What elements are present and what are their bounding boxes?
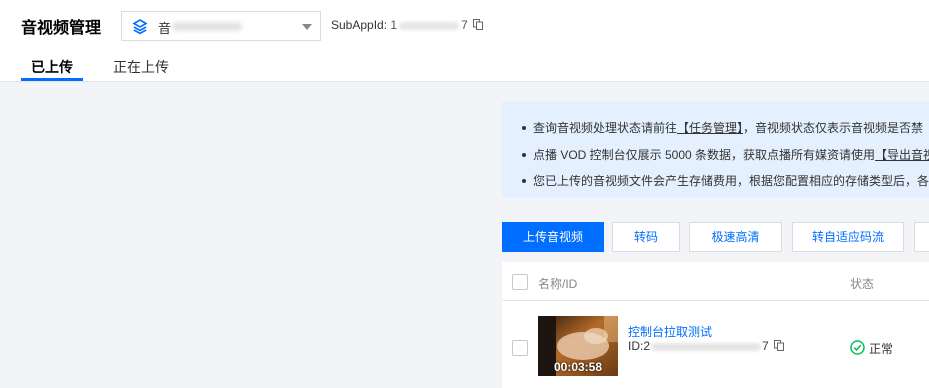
speed-hd-button[interactable]: 极速高清 [689,222,782,252]
table-header: 名称/ID 状态 [502,262,929,301]
video-id-mask [651,342,762,351]
tab-uploaded[interactable]: 已上传 [31,57,73,77]
transcode-button[interactable]: 转码 [612,222,680,252]
chevron-down-icon [302,24,312,30]
bullet-icon [522,125,526,130]
copy-icon[interactable] [774,339,785,354]
table-row: 00:03:58 控制台拉取测试 ID:2 7 正常 [502,302,929,388]
subapp-id: SubAppId: 1 7 [331,18,484,33]
video-duration: 00:03:58 [553,360,603,374]
task-management-link[interactable]: 【任务管理】 [677,121,743,135]
top-header: 音视频管理 音 SubAppId: 1 7 已上传 正在上传 [0,0,929,82]
app-select-dropdown[interactable]: 音 [121,11,321,41]
notice-text: 您已上传的音视频文件会产生存储费用，根据您配置相应的存储类型后，各 [533,174,929,188]
subapp-id-suffix: 7 [461,18,468,32]
copy-icon[interactable] [473,18,484,33]
row-checkbox[interactable] [512,340,528,356]
more-actions-button[interactable] [914,222,929,252]
video-id-prefix: ID:2 [628,339,651,353]
notice-item: 您已上传的音视频文件会产生存储费用，根据您配置相应的存储类型后，各 [522,172,929,189]
status-badge: 正常 [850,340,893,359]
active-tab-indicator [21,78,83,81]
column-name-id: 名称/ID [538,277,578,291]
subapp-label: SubAppId: [331,18,391,32]
bullet-icon [522,152,526,157]
column-status: 状态 [850,277,875,291]
video-thumbnail[interactable]: 00:03:58 [538,316,618,376]
select-all-checkbox[interactable] [512,274,528,290]
notice-text: ，音视频状态仅表示音视频是否禁 [743,121,924,135]
upload-media-button[interactable]: 上传音视频 [502,222,604,252]
info-notice: 查询音视频处理状态请前往【任务管理】，音视频状态仅表示音视频是否禁 点播 VOD… [502,102,929,198]
notice-item: 点播 VOD 控制台仅展示 5000 条数据，获取点播所有媒资请使用【导出音视 [522,146,929,163]
video-id: ID:2 7 [628,339,785,354]
notice-text: 点播 VOD 控制台仅展示 5000 条数据，获取点播所有媒资请使用 [533,148,876,162]
notice-item: 查询音视频处理状态请前往【任务管理】，音视频状态仅表示音视频是否禁 [522,119,923,136]
adaptive-stream-button[interactable]: 转自适应码流 [792,222,904,252]
check-circle-icon [850,340,865,358]
notice-text: 查询音视频处理状态请前往 [533,121,678,135]
subapp-id-prefix: 1 [390,18,398,32]
media-table: 名称/ID 状态 00:03:58 控制台拉取测试 ID:2 7 正常 [502,262,929,388]
video-id-suffix: 7 [762,339,769,353]
subapp-id-mask [399,21,460,30]
layers-icon [132,19,148,40]
app-name-mask [172,22,242,31]
tab-uploading[interactable]: 正在上传 [113,57,169,77]
video-name-link[interactable]: 控制台拉取测试 [628,323,712,340]
app-select-value: 音 [158,21,172,36]
bullet-icon [522,178,526,183]
export-media-link[interactable]: 【导出音视 [875,148,929,162]
status-text: 正常 [869,342,894,356]
page-title: 音视频管理 [21,20,102,37]
